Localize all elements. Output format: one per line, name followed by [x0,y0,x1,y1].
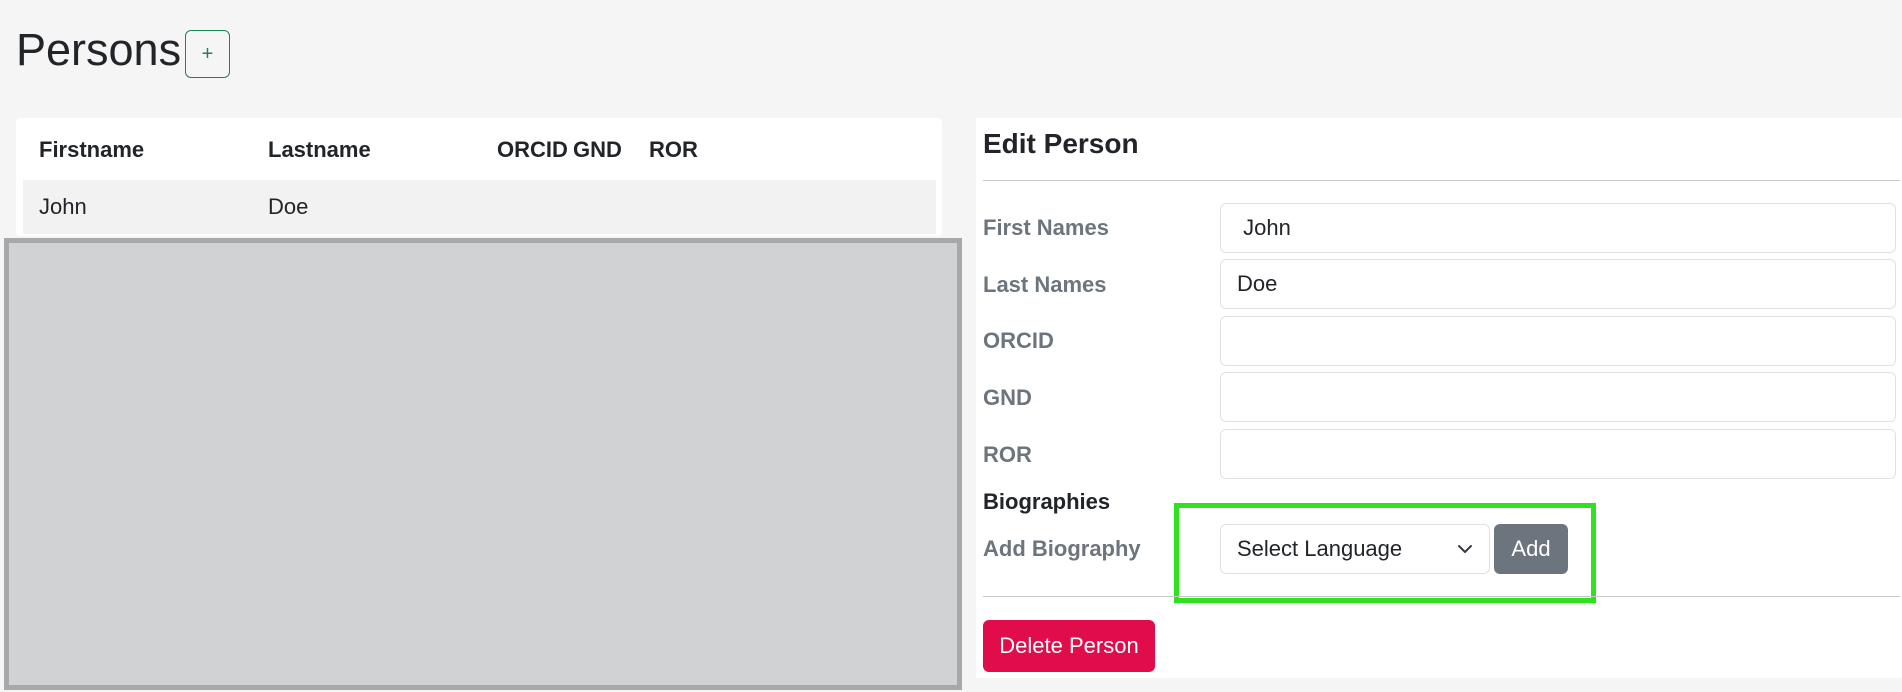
page-title: Persons [16,24,182,75]
add-biography-button[interactable]: Add [1494,524,1568,574]
delete-person-button[interactable]: Delete Person [983,620,1155,672]
divider [983,596,1900,597]
last-names-input[interactable] [1220,259,1896,309]
orcid-label: ORCID [983,328,1054,353]
cell-lastname: Doe [268,194,309,219]
column-header-gnd[interactable]: GND [573,132,622,168]
first-names-input[interactable] [1220,203,1896,253]
gray-overlay-block [4,238,962,690]
orcid-input[interactable] [1220,316,1896,366]
column-header-orcid[interactable]: ORCID [497,132,568,168]
first-names-label: First Names [983,215,1109,240]
cell-firstname: John [39,194,87,219]
column-header-ror[interactable]: ROR [649,132,698,168]
language-select[interactable]: Select Language [1220,524,1490,574]
column-header-lastname[interactable]: Lastname [268,132,371,168]
gnd-label: GND [983,385,1032,410]
ror-input[interactable] [1220,429,1896,479]
chevron-down-icon [1458,545,1472,553]
last-names-label: Last Names [983,272,1107,297]
table-header: Firstname Lastname ORCID GND ROR [16,132,942,168]
edit-person-panel: Edit Person First Names Last Names ORCID… [976,118,1902,678]
biographies-heading: Biographies [983,489,1111,514]
gnd-input[interactable] [1220,372,1896,422]
divider [983,180,1900,181]
ror-label: ROR [983,442,1032,467]
persons-table: Firstname Lastname ORCID GND ROR John Do… [16,118,942,236]
column-header-firstname[interactable]: Firstname [39,132,144,168]
language-select-value: Select Language [1237,536,1403,561]
add-person-button[interactable]: + [185,30,230,78]
add-biography-label: Add Biography [983,536,1141,561]
edit-panel-title: Edit Person [983,128,1139,159]
table-row[interactable]: John Doe [23,180,936,234]
